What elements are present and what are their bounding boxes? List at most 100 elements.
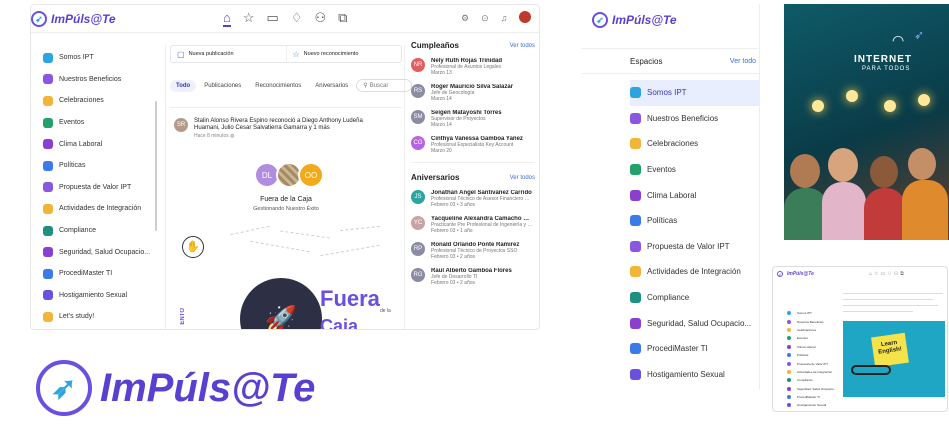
sidebar-item[interactable]: Propuesta de Valor IPT <box>43 177 163 199</box>
sidebar-item[interactable]: Propuesta de Valor IPT <box>787 359 837 367</box>
tag-icon[interactable]: ♢ <box>291 10 303 27</box>
sidebar-item[interactable]: Propuesta de Valor IPT <box>630 234 760 260</box>
sidebar-item-label: Compliance <box>59 227 96 235</box>
users-icon[interactable]: ⚇ <box>314 10 326 27</box>
search-box[interactable]: ⚲ Buscar <box>356 79 413 92</box>
person-avatar[interactable]: JS <box>411 190 425 204</box>
sidebar-item[interactable]: Clima Laboral <box>630 182 760 208</box>
avatar[interactable] <box>519 11 532 23</box>
sidebar-scrollbar[interactable] <box>155 101 157 231</box>
sidebar-item[interactable]: Clima Laboral <box>43 133 163 155</box>
logo[interactable]: ➶ ImPúls@Te <box>592 12 677 28</box>
person-avatar[interactable]: RS <box>411 84 425 98</box>
sidebar-item[interactable]: Somos IPT <box>630 80 760 106</box>
person-row[interactable]: SM Seigen Matayoshi Torres Supervisor de P… <box>411 106 535 132</box>
rocket-icon: 🚀 <box>264 303 298 330</box>
birthdays-see-all[interactable]: Ver todos <box>510 43 535 49</box>
person-info: Ronald Orlando Ponte Ramirez Profesional … <box>431 242 533 260</box>
person-row[interactable]: RG Raul Alberto Gamboa Flores Jefe de Desa… <box>411 264 535 290</box>
space-icon <box>43 182 53 193</box>
sidebar-item[interactable]: Eventos <box>787 334 837 342</box>
sidebar-item[interactable]: Políticas <box>630 208 760 234</box>
person-avatar[interactable]: CG <box>411 136 425 150</box>
doodle-area <box>230 224 390 264</box>
calendar-icon[interactable]: ▭ <box>267 10 279 27</box>
person-avatar[interactable]: NR <box>411 58 425 72</box>
sidebar-item[interactable]: ProcediMaster TI <box>43 263 163 285</box>
space-icon <box>787 311 791 316</box>
sidebar-item[interactable]: Nuestros Beneficios <box>43 69 163 91</box>
sidebar-item[interactable]: Nuestros Beneficios <box>787 317 837 325</box>
person-avatar[interactable]: SM <box>411 110 425 124</box>
sidebar-item-label: ProcediMaster TI <box>647 344 708 354</box>
bulb-icon <box>918 94 930 106</box>
sidebar-item[interactable]: Hostigamiento Sexual <box>787 401 837 409</box>
sidebar-item[interactable]: Compliance <box>43 220 163 242</box>
rocket-icon: ➶ <box>31 11 47 27</box>
rocket-icon: ➶ <box>914 28 925 42</box>
sidebar-item[interactable]: ProcediMaster TI <box>630 336 760 362</box>
space-icon <box>787 386 791 391</box>
badge-oo[interactable]: OO <box>298 162 324 188</box>
sidebar-item[interactable]: Somos IPT <box>787 309 837 317</box>
post-author-avatar[interactable]: SR <box>174 118 188 132</box>
sidebar-item[interactable]: ProcediMaster TI <box>787 393 837 401</box>
sidebar-item[interactable]: Celebraciones <box>787 326 837 334</box>
person-row[interactable]: RS Roger Mauricio Silva Salazar Jefe de Ge… <box>411 80 535 106</box>
person-row[interactable]: JS Jonathan Angel Santiváñez Carrido Profe… <box>411 186 535 212</box>
person-row[interactable]: YC Yacqueline Alexandra Camacho Vil... Pra… <box>411 212 535 238</box>
sidebar-item[interactable]: Eventos <box>43 112 163 134</box>
star-icon[interactable]: ☆ <box>243 10 255 27</box>
sidebar-item[interactable]: Somos IPT <box>43 47 163 69</box>
sidebar-item[interactable]: Seguridad, Salud Ocupacio... <box>630 310 760 336</box>
person-avatar[interactable]: RP <box>411 242 425 256</box>
sidebar-item[interactable]: Políticas <box>43 155 163 177</box>
rocket-icon: ➶ <box>36 360 92 416</box>
settings-icon[interactable]: ⚙ <box>461 13 469 24</box>
sidebar-item[interactable]: Hostigamiento Sexual <box>630 362 760 388</box>
person-row[interactable]: NR Nely Ruth Rojas Trinidad Profesional de… <box>411 54 535 80</box>
person-row[interactable]: RP Ronald Orlando Ponte Ramirez Profesiona… <box>411 238 535 264</box>
space-icon <box>630 87 641 99</box>
sidebar-item[interactable]: Nuestros Beneficios <box>630 106 760 132</box>
spaces-see-all[interactable]: Ver todo <box>730 58 756 65</box>
sidebar-item-label: Eventos <box>647 165 676 175</box>
sidebar-item[interactable]: Hostigamiento Sexual <box>43 285 163 307</box>
chat-icon[interactable]: ⧉ <box>338 10 347 27</box>
sidebar-item[interactable]: Compliance <box>787 376 837 384</box>
person-avatar[interactable]: RG <box>411 268 425 282</box>
new-post-button[interactable]: ▢ Nueva publicación <box>171 46 287 62</box>
bulb-icon <box>884 100 896 112</box>
sidebar-item[interactable]: Actividades de Integración <box>787 368 837 376</box>
sidebar-item[interactable]: Celebraciones <box>43 90 163 112</box>
sidebar-item-label: Eventos <box>59 119 85 127</box>
sidebar-item[interactable]: Seguridad, Salud Ocupacio... <box>787 385 837 393</box>
person-date: Febrero 03 • 1 año <box>431 228 473 234</box>
person-avatar[interactable]: YC <box>411 216 425 230</box>
sticky-note: Learn English! <box>871 332 909 368</box>
logo[interactable]: ➶ ImPúls@Te <box>31 11 116 27</box>
sidebar-item[interactable]: Clima Laboral <box>787 343 837 351</box>
sidebar-item[interactable]: Celebraciones <box>630 131 760 157</box>
thumb-sidebar: Somos IPT Nuestros Beneficios Celebracione… <box>787 309 837 410</box>
tab-recognitions[interactable]: Reconocimientos <box>249 80 307 92</box>
sidebar-item-label: Nuestros Beneficios <box>797 319 824 324</box>
tab-all[interactable]: Todo <box>170 79 197 92</box>
help-icon[interactable]: ⊙ <box>481 13 489 24</box>
person-row[interactable]: CG Cinthya Vanessa Gamboa Yañez Profesiona… <box>411 132 535 158</box>
tab-posts[interactable]: Publicaciones <box>198 80 247 92</box>
bell-icon[interactable]: ♫ <box>501 13 508 24</box>
sidebar-item[interactable]: Seguridad, Salud Ocupacio... <box>43 241 163 263</box>
anniversaries-see-all[interactable]: Ver todos <box>510 175 535 181</box>
sidebar-item[interactable]: Actividades de Integración <box>630 259 760 285</box>
sidebar-item[interactable]: Actividades de Integración <box>43 198 163 220</box>
space-icon <box>43 117 53 128</box>
sidebar-item-label: Políticas <box>647 216 678 226</box>
sidebar-item[interactable]: Políticas <box>787 351 837 359</box>
sidebar-item[interactable]: Compliance <box>630 285 760 311</box>
sidebar-item[interactable]: Let's study! <box>43 306 163 328</box>
tab-anniversaries[interactable]: Aniversarios <box>309 80 354 92</box>
new-recognition-button[interactable]: ☆ Nuevo reconocimiento <box>287 46 402 62</box>
sidebar-item[interactable]: Eventos <box>630 157 760 183</box>
home-icon[interactable]: ⌂ <box>223 10 231 27</box>
